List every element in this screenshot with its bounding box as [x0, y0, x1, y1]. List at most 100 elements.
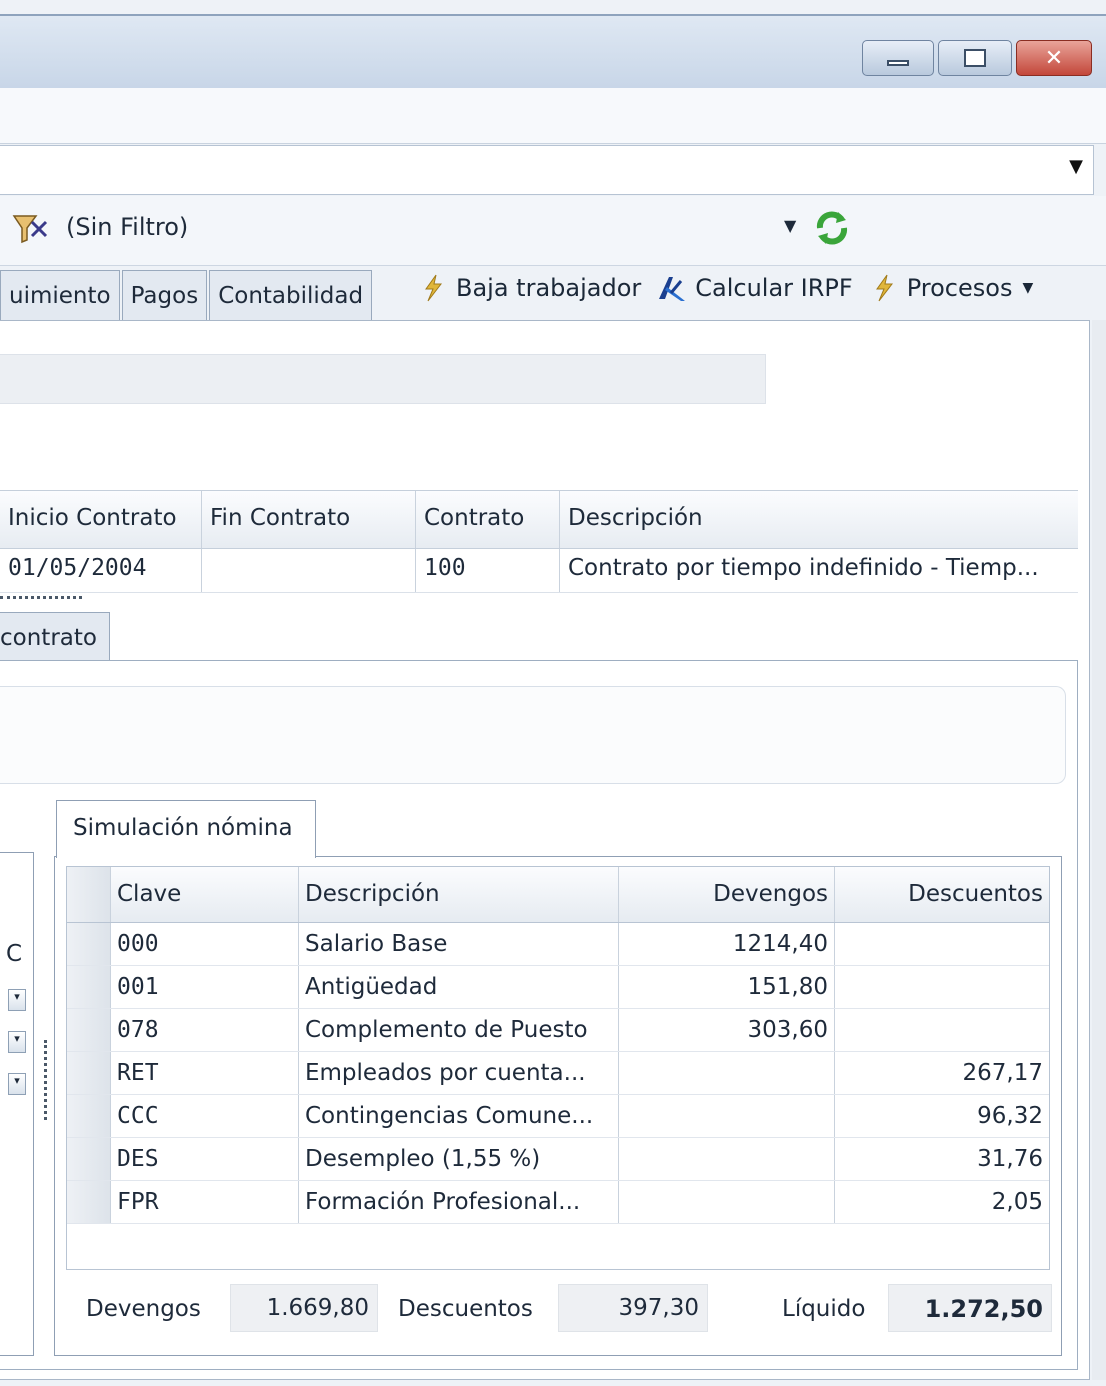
table-row[interactable]: DES Desempleo (1,55 %) 31,76: [67, 1138, 1049, 1181]
dropdown-button[interactable]: ▾: [8, 989, 26, 1011]
table-cell: 151,80: [619, 966, 835, 1008]
simulation-grid-header: Clave Descripción Devengos Descuentos: [67, 867, 1049, 923]
clear-filter-icon[interactable]: [10, 212, 50, 246]
column-header[interactable]: Devengos: [619, 867, 835, 922]
close-icon: ✕: [1044, 45, 1064, 71]
maximize-button[interactable]: [938, 40, 1012, 76]
row-selector[interactable]: [67, 1009, 111, 1051]
row-selector-header: [67, 867, 111, 922]
table-cell: Complemento de Puesto: [299, 1009, 619, 1051]
tab-contabilidad[interactable]: Contabilidad: [209, 270, 373, 322]
table-row[interactable]: FPR Formación Profesional... 2,05: [67, 1181, 1049, 1224]
table-cell: 000: [111, 923, 299, 965]
readonly-field: [0, 354, 766, 404]
table-row[interactable]: 01/05/2004 100 Contrato por tiempo indef…: [0, 549, 1078, 593]
contract-grid-header: Inicio Contrato Fin Contrato Contrato De…: [0, 491, 1078, 549]
liquido-total: 1.272,50: [888, 1284, 1052, 1332]
table-cell: Desempleo (1,55 %): [299, 1138, 619, 1180]
dropdown-button[interactable]: ▾: [8, 1073, 26, 1095]
table-cell: 001: [111, 966, 299, 1008]
row-selector[interactable]: [67, 966, 111, 1008]
filter-bar: (Sin Filtro) ▼: [0, 196, 1106, 266]
table-cell: 96,32: [977, 1103, 1043, 1129]
row-selector[interactable]: [67, 1052, 111, 1094]
tax-agency-icon: [659, 277, 686, 301]
dropdown-arrow-icon[interactable]: ▼: [1069, 156, 1083, 177]
tab-pagos[interactable]: Pagos: [121, 270, 208, 322]
lightning-icon: [875, 274, 893, 302]
tab-contrato[interactable]: contrato: [0, 612, 110, 662]
table-cell: 100: [416, 549, 560, 592]
table-row[interactable]: CCC Contingencias Comune... 96,32: [67, 1095, 1049, 1138]
concepts-panel: C ▾ ▾ ▾: [0, 852, 34, 1356]
baja-trabajador-button[interactable]: Baja trabajador: [418, 273, 641, 303]
contract-grid: Inicio Contrato Fin Contrato Contrato De…: [0, 490, 1078, 593]
title-bar: ✕: [0, 14, 1106, 88]
column-header[interactable]: Descripción: [299, 867, 619, 922]
dropdown-button[interactable]: ▾: [8, 1031, 26, 1053]
tab-simulacion-nomina[interactable]: Simulación nómina: [56, 800, 316, 858]
splitter-handle[interactable]: [0, 596, 82, 599]
main-tabs: uimiento Pagos Contabilidad: [0, 270, 374, 322]
table-cell: Contingencias Comune...: [299, 1095, 619, 1137]
chevron-down-icon[interactable]: ▼: [1022, 280, 1033, 296]
column-header[interactable]: Fin Contrato: [202, 491, 416, 548]
table-cell: [835, 923, 1049, 965]
column-header[interactable]: Descripción: [560, 491, 1078, 548]
table-cell: 1214,40: [619, 923, 835, 965]
row-selector[interactable]: [67, 1181, 111, 1223]
table-cell: 2,05: [991, 1189, 1043, 1215]
maximize-icon: [964, 49, 986, 67]
table-row[interactable]: RET Empleados por cuenta... 267,17: [67, 1052, 1049, 1095]
table-cell: 31,76: [977, 1146, 1043, 1172]
application-window: ✕ ▼ (Sin Filtro) ▼ uimiento Pagos Contab…: [0, 0, 1106, 1386]
filter-dropdown-icon[interactable]: ▼: [784, 216, 796, 235]
table-cell: CCC: [111, 1095, 299, 1137]
detail-group-box: [0, 686, 1066, 784]
table-cell: [619, 1052, 835, 1094]
simulation-rows: 000 Salario Base 1214,40 001 Antigüedad 151,8…: [67, 923, 1049, 1224]
calcular-irpf-button[interactable]: Calcular IRPF: [657, 273, 853, 303]
table-cell: [835, 966, 1049, 1008]
splitter-handle[interactable]: [44, 1040, 47, 1120]
column-header[interactable]: Inicio Contrato: [0, 491, 202, 548]
table-row[interactable]: 000 Salario Base 1214,40: [67, 923, 1049, 966]
table-cell: Contrato por tiempo indefinido - Tiemp..…: [568, 555, 1039, 581]
table-row[interactable]: 078 Complemento de Puesto 303,60: [67, 1009, 1049, 1052]
minimize-icon: [887, 60, 909, 66]
table-cell: [619, 1138, 835, 1180]
vertical-scrollbar[interactable]: [1092, 320, 1106, 1380]
action-toolbar: Baja trabajador Calcular IRPF Procesos ▼: [418, 268, 1049, 308]
table-cell: [835, 1009, 1049, 1051]
baja-trabajador-label: Baja trabajador: [456, 274, 642, 302]
lightning-icon: [425, 274, 443, 302]
liquido-label: Líquido: [782, 1296, 866, 1322]
close-button[interactable]: ✕: [1016, 40, 1092, 76]
row-selector[interactable]: [67, 1138, 111, 1180]
selector-combobox[interactable]: ▼: [0, 145, 1094, 195]
table-cell: RET: [111, 1052, 299, 1094]
ribbon-band: [0, 88, 1106, 144]
table-cell: 078: [111, 1009, 299, 1051]
tab-seguimiento[interactable]: uimiento: [0, 270, 120, 322]
minimize-button[interactable]: [862, 40, 934, 76]
row-selector[interactable]: [67, 1095, 111, 1137]
table-cell: [619, 1095, 835, 1137]
row-selector[interactable]: [67, 923, 111, 965]
table-cell: 01/05/2004: [0, 549, 202, 592]
column-header[interactable]: Clave: [111, 867, 299, 922]
filter-label[interactable]: (Sin Filtro): [66, 213, 188, 241]
table-cell: Antigüedad: [299, 966, 619, 1008]
simulation-grid: Clave Descripción Devengos Descuentos 00…: [66, 866, 1050, 1270]
table-row[interactable]: 001 Antigüedad 151,80: [67, 966, 1049, 1009]
table-cell: [619, 1181, 835, 1223]
table-cell: 267,17: [962, 1060, 1043, 1086]
calcular-irpf-label: Calcular IRPF: [695, 274, 853, 302]
devengos-total: 1.669,80: [230, 1284, 378, 1332]
column-header[interactable]: Contrato: [416, 491, 560, 548]
procesos-button[interactable]: Procesos ▼: [869, 273, 1033, 303]
descuentos-label: Descuentos: [398, 1296, 533, 1322]
table-cell: FPR: [111, 1181, 299, 1223]
column-header[interactable]: Descuentos: [835, 867, 1049, 922]
refresh-icon[interactable]: [812, 208, 852, 248]
